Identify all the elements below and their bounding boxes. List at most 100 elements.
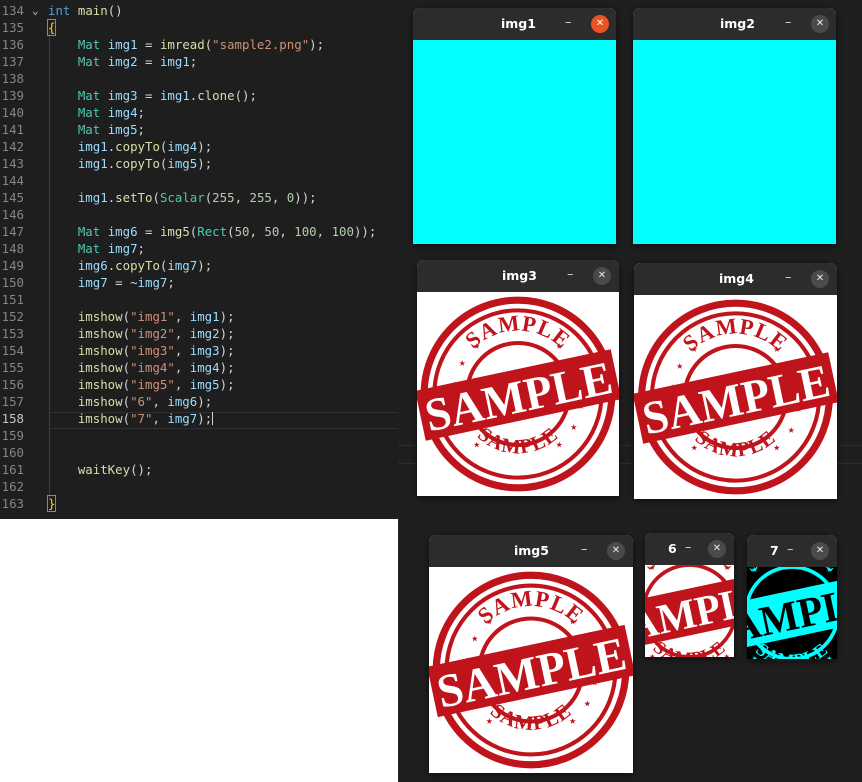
- code-token: imshow: [77, 360, 123, 375]
- code-text[interactable]: img6.copyTo(img7);: [48, 257, 212, 274]
- code-token: );: [197, 139, 213, 154]
- close-icon[interactable]: ✕: [811, 542, 829, 560]
- code-token: Mat: [77, 241, 101, 256]
- minimize-icon[interactable]: –: [565, 8, 572, 38]
- code-token: copyTo: [115, 156, 160, 171]
- minimize-icon[interactable]: –: [567, 260, 574, 290]
- image-sample-stamp: SAMPLESAMPLE★★★★★★★★★★★★SAMPLE: [429, 567, 633, 773]
- code-token: "img3": [130, 343, 175, 358]
- close-icon[interactable]: ✕: [708, 540, 726, 558]
- close-icon[interactable]: ✕: [811, 270, 829, 288]
- line-number: 157: [1, 394, 24, 409]
- code-text[interactable]: Mat img5;: [48, 121, 145, 138]
- window-6[interactable]: 6 – ✕ SAMPLESAMPLE★★★★★★★★★★★★SAMPLE: [645, 533, 734, 657]
- window-titlebar[interactable]: img2 – ✕: [633, 8, 836, 40]
- window-titlebar[interactable]: 7 – ✕: [747, 535, 837, 567]
- stamp-star: ★: [724, 565, 730, 573]
- minimize-icon[interactable]: –: [785, 8, 792, 38]
- code-token: (: [122, 343, 131, 358]
- window-img2[interactable]: img2 – ✕: [633, 8, 836, 244]
- code-text[interactable]: Mat img1 = imread("sample2.png");: [48, 36, 324, 53]
- window-titlebar[interactable]: img1 – ✕: [413, 8, 616, 40]
- line-number: 135: [1, 20, 24, 35]
- code-token: ,: [249, 224, 265, 239]
- code-text[interactable]: img1.copyTo(img5);: [48, 155, 212, 172]
- code-text[interactable]: Mat img7;: [48, 240, 145, 257]
- close-icon[interactable]: ✕: [593, 267, 611, 285]
- line-number: 154: [1, 343, 24, 358]
- code-text[interactable]: int main(): [48, 2, 123, 19]
- code-token: {: [46, 19, 57, 36]
- code-token: Scalar: [159, 190, 205, 205]
- code-token: "sample2.png": [212, 37, 310, 52]
- close-icon[interactable]: ✕: [607, 542, 625, 560]
- code-text[interactable]: img7 = ~img7;: [48, 274, 175, 291]
- stamp-star: ★: [752, 567, 758, 575]
- line-number: 134: [1, 3, 24, 18]
- code-token: Mat: [77, 105, 101, 120]
- line-number: 139: [1, 88, 24, 103]
- stamp-star: ★: [556, 339, 563, 352]
- code-token: );: [197, 411, 213, 426]
- code-text[interactable]: img1.copyTo(img4);: [48, 138, 212, 155]
- code-text[interactable]: }: [46, 495, 57, 512]
- code-token: );: [219, 326, 235, 341]
- window-img5[interactable]: img5 – ✕ SAMPLESAMPLE★★★★★★★★★★★★SAMPLE: [429, 535, 633, 773]
- code-token: "7": [130, 411, 153, 426]
- code-text[interactable]: imshow("img1", img1);: [48, 308, 235, 325]
- stamp-graphic: SAMPLESAMPLE★★★★★★★★★★★★SAMPLE: [747, 567, 837, 659]
- code-text[interactable]: waitKey();: [48, 461, 153, 478]
- code-text[interactable]: Mat img3 = img1.clone();: [48, 87, 257, 104]
- window-img4[interactable]: img4 – ✕ SAMPLESAMPLE★★★★★★★★★★★★SAMPLE: [634, 263, 837, 499]
- window-img3[interactable]: img3 – ✕ SAMPLESAMPLE★★★★★★★★★★★★SAMPLE: [417, 260, 619, 496]
- stamp-graphic: SAMPLESAMPLE★★★★★★★★★★★★SAMPLE: [645, 565, 734, 657]
- code-token: Mat: [77, 37, 101, 52]
- code-token: Rect: [197, 224, 228, 239]
- code-text[interactable]: Mat img2 = img1;: [48, 53, 197, 70]
- window-7[interactable]: 7 – ✕ SAMPLESAMPLE★★★★★★★★★★★★SAMPLE: [747, 535, 837, 659]
- code-text[interactable]: Mat img6 = img5(Rect(50, 50, 100, 100));: [48, 223, 377, 240]
- code-text[interactable]: {: [46, 19, 57, 36]
- minimize-icon[interactable]: –: [787, 535, 794, 565]
- code-text[interactable]: imshow("img4", img4);: [48, 359, 235, 376]
- code-token: imshow: [77, 309, 123, 324]
- code-text[interactable]: imshow("img3", img3);: [48, 342, 235, 359]
- image-cropped-stamp: SAMPLESAMPLE★★★★★★★★★★★★SAMPLE: [645, 565, 734, 657]
- stamp-star: ★: [773, 440, 780, 453]
- window-title: img1: [501, 16, 536, 31]
- code-token: img4: [107, 105, 138, 120]
- window-img1[interactable]: img1 – ✕: [413, 8, 616, 244]
- code-token: imshow: [77, 411, 123, 426]
- minimize-icon[interactable]: –: [685, 533, 692, 563]
- window-title: 6: [668, 541, 677, 556]
- window-titlebar[interactable]: img5 – ✕: [429, 535, 633, 567]
- line-number: 147: [1, 224, 24, 239]
- code-text[interactable]: imshow("img2", img2);: [48, 325, 235, 342]
- minimize-icon[interactable]: –: [785, 263, 792, 293]
- code-text[interactable]: Mat img4;: [48, 104, 145, 121]
- close-icon[interactable]: ✕: [591, 15, 609, 33]
- stamp-star: ★: [473, 437, 480, 450]
- code-text[interactable]: imshow("7", img7);: [48, 410, 214, 427]
- code-token: ));: [294, 190, 317, 205]
- code-text[interactable]: img1.setTo(Scalar(255, 255, 0));: [48, 189, 317, 206]
- code-text[interactable]: imshow("img5", img5);: [48, 376, 235, 393]
- code-text[interactable]: imshow("6", img6);: [48, 393, 212, 410]
- fold-chevron-icon[interactable]: ⌄: [32, 2, 39, 19]
- stamp-star: ★: [773, 342, 780, 355]
- window-titlebar[interactable]: img4 – ✕: [634, 263, 837, 295]
- code-token: imread: [159, 37, 205, 52]
- stamp-star: ★: [826, 567, 832, 575]
- code-token: ,: [174, 326, 190, 341]
- minimize-icon[interactable]: –: [581, 535, 588, 565]
- window-titlebar[interactable]: 6 – ✕: [645, 533, 734, 565]
- code-editor[interactable]: 134 ⌄ int main() 135{136 Mat img1 = imread(…: [0, 0, 398, 519]
- stamp-graphic: SAMPLESAMPLE★★★★★★★★★★★★SAMPLE: [417, 296, 619, 492]
- window-titlebar[interactable]: img3 – ✕: [417, 260, 619, 292]
- close-icon[interactable]: ✕: [811, 15, 829, 33]
